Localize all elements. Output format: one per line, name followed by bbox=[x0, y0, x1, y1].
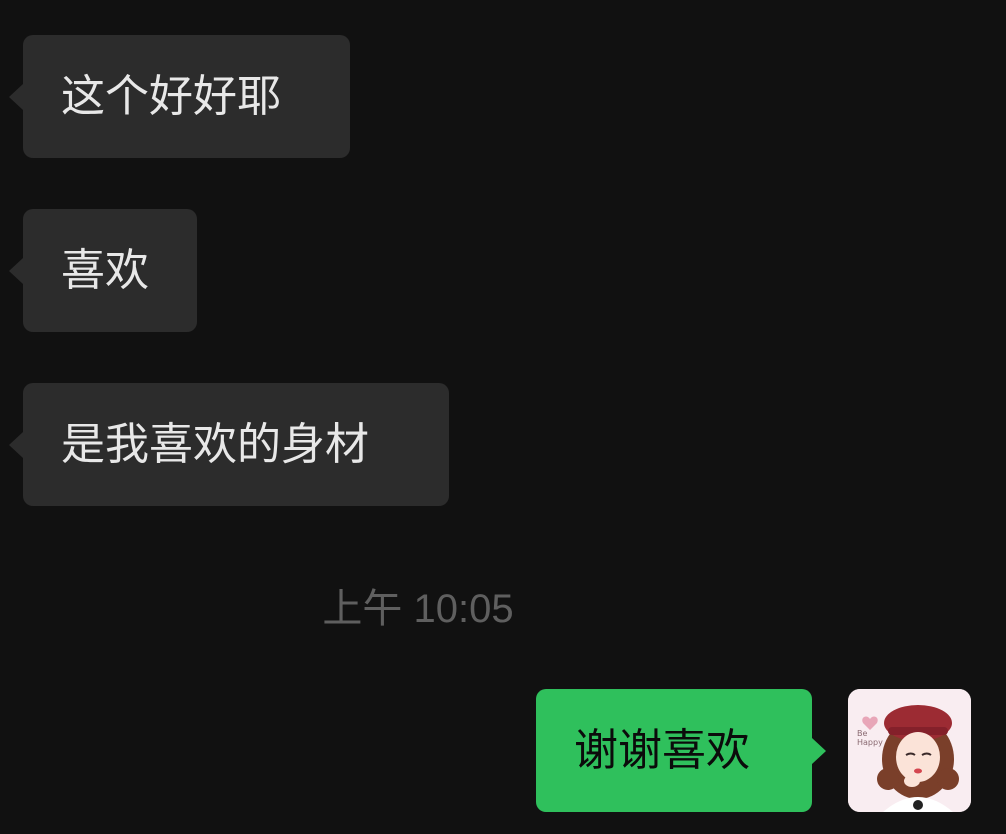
incoming-message-bubble[interactable]: 喜欢 bbox=[9, 209, 197, 332]
avatar-girl-illustration-icon bbox=[848, 689, 971, 812]
message-text: 谢谢喜欢 bbox=[574, 724, 750, 776]
outgoing-message-bubble[interactable]: 谢谢喜欢 bbox=[536, 689, 826, 812]
user-avatar[interactable]: Be Happy bbox=[848, 689, 971, 812]
chat-conversation: 这个好好耶 喜欢 是我喜欢的身材 上午 10:05 谢谢喜欢 Be Happy bbox=[0, 0, 1006, 834]
incoming-message-bubble[interactable]: 是我喜欢的身材 bbox=[9, 383, 449, 506]
incoming-message-bubble[interactable]: 这个好好耶 bbox=[9, 35, 350, 158]
message-text: 是我喜欢的身材 bbox=[61, 418, 369, 470]
message-timestamp: 上午 10:05 bbox=[322, 587, 514, 631]
avatar-caption: Be Happy bbox=[857, 729, 883, 747]
message-text: 这个好好耶 bbox=[61, 70, 281, 122]
message-text: 喜欢 bbox=[61, 244, 149, 296]
